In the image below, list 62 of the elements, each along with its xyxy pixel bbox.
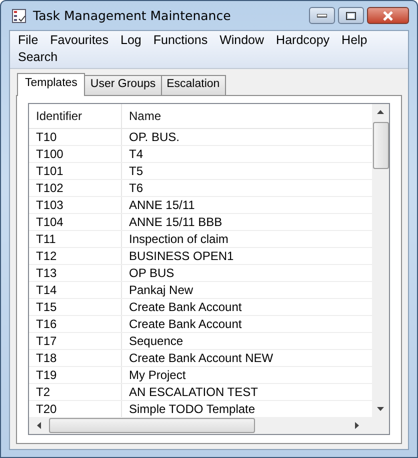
table-cell-text: OP. BUS. xyxy=(128,129,180,145)
table-cell-text: OP BUS xyxy=(128,265,176,281)
table-cell: T13 xyxy=(29,265,122,281)
menu-item[interactable]: Help xyxy=(336,32,374,49)
table-cell: T102 xyxy=(29,180,122,196)
menu-item[interactable]: Log xyxy=(114,32,148,49)
close-button[interactable] xyxy=(367,7,409,24)
table-cell-text: Create Bank Account NEW xyxy=(128,350,274,366)
tab[interactable]: User Groups xyxy=(84,75,162,95)
minimize-button[interactable] xyxy=(309,7,335,24)
table-cell-text: T4 xyxy=(128,146,144,162)
menu-item[interactable]: Hardcopy xyxy=(270,32,336,49)
checklist-icon xyxy=(11,8,27,24)
table-cell-text: T6 xyxy=(128,180,144,196)
table-cell: T15 xyxy=(29,299,122,315)
close-icon xyxy=(382,10,394,20)
scroll-left-icon xyxy=(37,422,41,429)
menu-item[interactable]: Favourites xyxy=(44,32,115,49)
table-cell-text: Create Bank Account xyxy=(128,299,243,315)
menu-item[interactable]: Functions xyxy=(147,32,214,49)
table-cell-text: T5 xyxy=(128,163,144,179)
table-cell: T12 xyxy=(29,248,122,264)
table-cell-text: AN ESCALATION TEST xyxy=(128,384,259,400)
table-cell: T19 xyxy=(29,367,122,383)
table-cell-text: My Project xyxy=(128,367,187,383)
table-cell: T2 xyxy=(29,384,122,400)
table-cell-text: Inspection of claim xyxy=(128,231,230,247)
table-cell-text: ANNE 15/11 BBB xyxy=(128,214,224,230)
window-title: Task Management Maintenance xyxy=(33,8,231,23)
tab[interactable]: Templates xyxy=(17,73,86,96)
table-cell: T10 xyxy=(29,129,122,145)
vertical-scrollbar[interactable] xyxy=(372,104,389,417)
menu-item[interactable]: Search xyxy=(12,49,64,66)
table-cell: T14 xyxy=(29,282,122,298)
table-cell-text: Create Bank Account xyxy=(128,316,243,332)
scroll-thumb[interactable] xyxy=(49,418,255,433)
table-cell: T104 xyxy=(29,214,122,230)
maximize-icon xyxy=(346,12,356,20)
table-cell: T17 xyxy=(29,333,122,349)
table-cell: T18 xyxy=(29,350,122,366)
scroll-right-icon xyxy=(355,422,359,429)
scroll-up-icon xyxy=(377,110,384,114)
tab[interactable]: Escalation xyxy=(160,75,226,95)
table-cell-text: Sequence xyxy=(128,333,184,349)
scroll-down-icon xyxy=(377,407,384,411)
table-cell: T16 xyxy=(29,316,122,332)
horizontal-scrollbar[interactable] xyxy=(29,417,389,434)
table-cell: T100 xyxy=(29,146,122,162)
minimize-icon xyxy=(317,14,327,18)
column-header[interactable]: Name xyxy=(122,104,372,128)
table-cell-text: BUSINESS OPEN1 xyxy=(128,248,235,264)
menu-item[interactable]: Window xyxy=(214,32,270,49)
column-header[interactable]: Identifier xyxy=(29,104,122,128)
table-cell: T11 xyxy=(29,231,122,247)
table-cell: T101 xyxy=(29,163,122,179)
scroll-thumb[interactable] xyxy=(372,122,388,169)
menu-item[interactable]: File xyxy=(12,32,44,49)
table-cell-text: Simple TODO Template xyxy=(128,401,256,417)
table-cell-text: ANNE 15/11 xyxy=(128,197,196,213)
table-cell: T103 xyxy=(29,197,122,213)
maximize-button[interactable] xyxy=(338,7,364,24)
table-cell-text: Pankaj New xyxy=(128,282,194,298)
